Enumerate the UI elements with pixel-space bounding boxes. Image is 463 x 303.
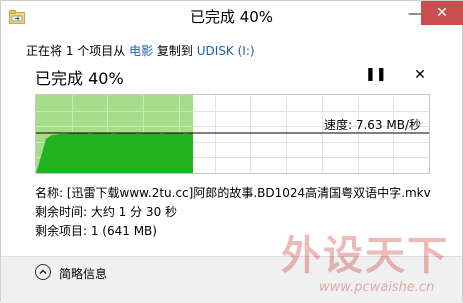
title-bar[interactable]: 已完成 40%	[1, 1, 462, 31]
pause-button[interactable]: ❚❚	[365, 67, 387, 83]
speed-history-area	[36, 133, 193, 173]
watermark-logo-text: 外设天下	[281, 232, 449, 279]
destination-link[interactable]: UDISK (I:)	[197, 44, 255, 58]
speed-label: 速度: 7.63 MB/秒	[323, 118, 421, 132]
speed-graph-canvas	[36, 95, 429, 173]
transfer-speed-graph: 速度: 7.63 MB/秒	[35, 94, 430, 174]
file-name-text: 名称: [迅雷下载www.2tu.cc]阿郎的故事.BD1024高清国粤双语中字…	[35, 186, 431, 200]
copy-dialog: 已完成 40% — ✕ 正在将 1 个项目从 电影 复制到 UDISK (I:)…	[0, 0, 463, 303]
copy-status-prefix: 正在将 1 个项目从	[26, 44, 130, 58]
source-folder-link[interactable]: 电影	[129, 44, 153, 58]
watermark-url: www.pcwaishe.cn	[319, 280, 435, 295]
items-remaining-text: 剩余项目: 1 (641 MB)	[35, 224, 157, 238]
copy-status-text: 正在将 1 个项目从 电影 复制到 UDISK (I:)	[26, 42, 255, 59]
close-button[interactable]: ✕	[421, 1, 463, 25]
watermark: 外设天下 www.pcwaishe.cn	[261, 223, 461, 301]
window-title: 已完成 40%	[189, 8, 274, 26]
progress-title: 已完成 40%	[35, 69, 124, 88]
cancel-button[interactable]: ✕	[412, 67, 428, 83]
fewer-details-label[interactable]: 简略信息	[59, 265, 107, 282]
copy-status-middle: 复制到	[153, 44, 197, 58]
chevron-up-icon	[39, 269, 47, 274]
collapse-details-button[interactable]	[35, 264, 51, 280]
time-remaining-text: 剩余时间: 大约 1 分 30 秒	[35, 205, 178, 219]
